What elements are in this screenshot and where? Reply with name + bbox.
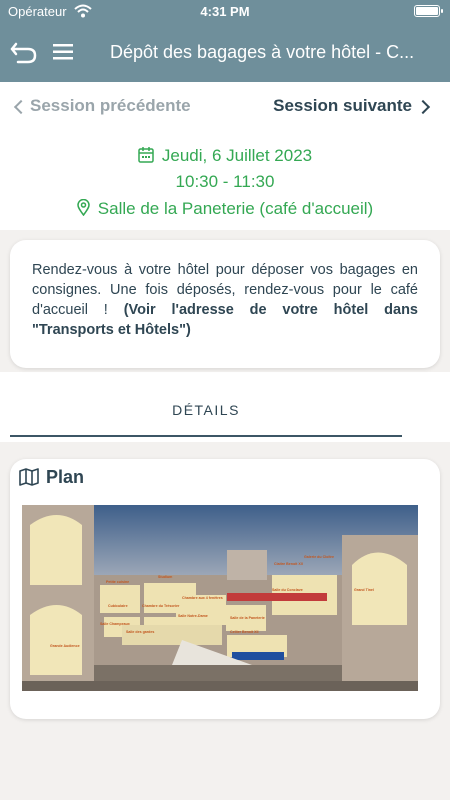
clock: 4:31 PM [200, 4, 250, 19]
label-petite-cuisine: Petite cuisine [106, 580, 129, 584]
plan-card: Plan Galerie du Cloître Claitre Benoit X… [10, 459, 440, 719]
label-salle-conclave: Salle du Conclave [272, 588, 303, 592]
previous-session-label: Session précédente [30, 96, 191, 115]
floor-plan-image[interactable]: Galerie du Cloître Claitre Benoit XII Sa… [22, 505, 418, 691]
next-session-button[interactable]: Session suivante [273, 96, 431, 116]
location-pin-icon [77, 199, 90, 216]
chevron-right-icon [415, 99, 431, 115]
label-chambre-cerfs: Chambre aux 4 fenêtres [182, 596, 223, 600]
description-card: Rendez-vous à votre hôtel pour déposer v… [10, 240, 440, 368]
calendar-icon [138, 147, 154, 163]
session-location: Salle de la Paneterie (café d'accueil) [0, 199, 450, 219]
label-cabinet: Cubiculaire [108, 604, 128, 608]
map-icon [19, 468, 39, 486]
location-text: Salle de la Paneterie (café d'accueil) [97, 199, 374, 218]
session-time: 10:30 - 11:30 [175, 172, 275, 191]
tab-underline [10, 435, 402, 437]
description-section: Rendez-vous à votre hôtel pour déposer v… [0, 230, 450, 372]
app-header: Dépôt des bagages à votre hôtel - C... [0, 22, 450, 82]
next-session-label: Session suivante [273, 96, 412, 115]
description-text: Rendez-vous à votre hôtel pour déposer v… [32, 260, 418, 340]
page-title: Dépôt des bagages à votre hôtel - C... [110, 42, 415, 62]
label-galerie: Galerie du Cloître [304, 555, 334, 559]
label-salle-gardes: Salle des gardes [126, 630, 154, 634]
label-salle-paneterie: Salle de la Paneterie [230, 616, 265, 620]
plan-title: Plan [46, 467, 85, 487]
session-date: Jeudi, 6 Juillet 2023 [0, 146, 450, 166]
tab-details[interactable]: DÉTAILS [0, 402, 412, 418]
chevron-left-icon [13, 99, 29, 115]
label-grand-tinel: Grand Tinel [354, 588, 374, 592]
label-salle-chapelle: Salle Champeaux [100, 622, 130, 626]
label-grande-audience: Grande Audience [50, 644, 80, 648]
previous-session-button[interactable]: Session précédente [13, 96, 191, 116]
back-arrow-icon[interactable] [10, 40, 38, 64]
label-cellier: Cellier Benoit XII [230, 630, 259, 634]
plan-section: Plan Galerie du Cloître Claitre Benoit X… [0, 442, 450, 752]
label-chambre-tresorier: Chambre du Trésorier [142, 604, 180, 608]
session-content: Session précédente Session suivante Jeud… [0, 82, 450, 752]
footer-area [0, 752, 450, 800]
menu-icon[interactable] [52, 42, 74, 62]
label-clairie: Claitre Benoit XII [274, 562, 303, 566]
battery-icon [414, 5, 443, 17]
label-salle-notre-dame: Salle Notre-Dame [178, 614, 208, 618]
status-bar: Opérateur 4:31 PM [0, 0, 450, 22]
date-text: Jeudi, 6 Juillet 2023 [161, 146, 313, 165]
label-studium: Studium [158, 575, 172, 579]
session-navigation: Session précédente Session suivante [0, 96, 450, 120]
